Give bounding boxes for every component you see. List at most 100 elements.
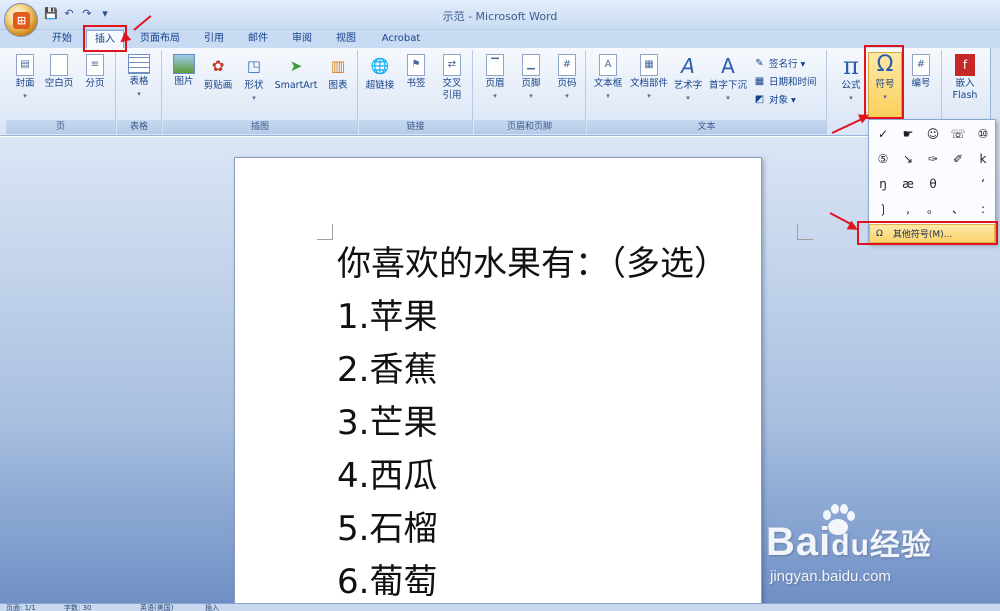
cover-page-button[interactable]: ▤ 封面 ▾ (8, 54, 42, 102)
signature-line-label: 签名行 ▾ (769, 59, 806, 70)
smartart-icon: ➤ (289, 57, 303, 75)
option-line-6: 6.葡萄 (337, 562, 438, 602)
shapes-icon: ◳ (246, 57, 262, 75)
page-break-button[interactable]: ≡ 分页 (78, 54, 112, 90)
group-header-footer: ▔ 页眉 ▾ ▁ 页脚 ▾ # 页码 ▾ 页眉和页脚 (474, 50, 586, 134)
status-insert[interactable]: 插入 (205, 604, 219, 611)
clipart-icon: ✿ (211, 57, 225, 75)
group-tables: 表格 ▾ 表格 (117, 50, 162, 134)
cross-reference-button[interactable]: ⇄ 交叉 引用 (435, 54, 469, 102)
picture-label: 图片 (174, 76, 194, 87)
footer-button[interactable]: ▁ 页脚 ▾ (514, 54, 548, 102)
status-language[interactable]: 英语(美国) (140, 604, 173, 611)
symbol-cell[interactable]: ✐ (946, 147, 970, 171)
symbol-cell[interactable]: ❳ (871, 197, 895, 221)
question-line: 你喜欢的水果有：（多选） (337, 244, 728, 284)
tab-home[interactable]: 开始 (50, 30, 74, 48)
bookmark-icon: ⚑ (407, 54, 425, 76)
wordart-label: 艺术字 (673, 80, 703, 91)
symbol-cell[interactable]: : (971, 197, 995, 221)
numbering-button[interactable]: # 编号 (904, 54, 938, 90)
symbol-cell[interactable]: ʻ (971, 172, 995, 196)
object-button[interactable]: ◩ 对象 ▾ (753, 92, 796, 107)
tab-acrobat[interactable]: Acrobat (376, 30, 426, 48)
symbol-cell[interactable]: ⑩ (971, 122, 995, 146)
smartart-label: SmartArt (274, 80, 318, 91)
drop-cap-label: 首字下沉 (708, 80, 747, 91)
shapes-button[interactable]: ◳ 形状 ▾ (237, 54, 271, 104)
group-illustrations-label: 插图 (163, 120, 357, 134)
status-bar: 页面: 1/1 字数: 30 英语(美国) 插入 (0, 603, 1000, 611)
document-page[interactable]: 你喜欢的水果有：（多选） 1.苹果 2.香蕉 3.芒果 4.西瓜 5.石榴 6.… (234, 157, 813, 611)
group-pages: ▤ 封面 ▾ 空白页 ≡ 分页 页 (6, 50, 116, 134)
date-time-label: 日期和时间 (769, 77, 817, 88)
option-line-3: 3.芒果 (337, 403, 438, 443)
office-logo-icon: ⊞ (13, 12, 30, 29)
hyperlink-button[interactable]: 🌐 超链接 (363, 54, 397, 92)
symbol-cell[interactable]: ↘ (896, 147, 920, 171)
tab-mailings[interactable]: 邮件 (244, 30, 272, 48)
symbol-cell[interactable]: ☏ (946, 122, 970, 146)
tab-references[interactable]: 引用 (200, 30, 228, 48)
table-button[interactable]: 表格 ▾ (122, 54, 156, 100)
option-line-1: 1.苹果 (337, 297, 438, 337)
bookmark-button[interactable]: ⚑ 书签 (399, 54, 433, 90)
symbol-cell[interactable]: æ (896, 172, 920, 196)
bookmark-label: 书签 (406, 78, 426, 89)
embed-flash-button[interactable]: f 嵌入 Flash (948, 54, 982, 102)
cover-page-icon: ▤ (16, 54, 34, 76)
symbol-cell[interactable]: ŋ (871, 172, 895, 196)
page-break-icon: ≡ (86, 54, 104, 76)
margin-corner-tl (317, 224, 333, 240)
smartart-button[interactable]: ➤ SmartArt (273, 54, 319, 92)
symbol-cell[interactable]: ✓ (871, 122, 895, 146)
symbol-cell[interactable]: ☛ (896, 122, 920, 146)
highlight-symbol-button (864, 45, 904, 119)
group-text: A 文本框 ▾ ▦ 文档部件 ▾ A 艺术字 ▾ A 首字下沉 ▾ ✎ 签名行 ▾ ▦ 日期… (587, 50, 827, 134)
textbox-button[interactable]: A 文本框 ▾ (591, 54, 625, 102)
page-number-button[interactable]: # 页码 ▾ (550, 54, 584, 102)
tab-page-layout[interactable]: 页面布局 (136, 30, 184, 48)
symbol-cell[interactable]: ✑ (921, 147, 945, 171)
watermark-url: jingyan.baidu.com (770, 568, 891, 585)
office-button[interactable]: ⊞ (4, 3, 38, 37)
equation-button[interactable]: π 公式 ▾ (834, 54, 868, 104)
date-time-button[interactable]: ▦ 日期和时间 (753, 74, 817, 89)
symbol-cell[interactable]: 、 (946, 197, 970, 221)
blank-page-button[interactable]: 空白页 (42, 54, 76, 90)
cross-reference-label: 交叉 (442, 78, 462, 89)
status-page[interactable]: 页面: 1/1 (6, 604, 36, 611)
blank-page-label: 空白页 (44, 78, 74, 89)
object-icon: ◩ (754, 93, 765, 105)
embed-label: 嵌入 (955, 78, 975, 89)
tab-review[interactable]: 审阅 (288, 30, 316, 48)
ribbon-tabs: 开始 插入 页面布局 引用 邮件 审阅 视图 Acrobat (0, 30, 1000, 49)
picture-button[interactable]: 图片 (167, 54, 201, 88)
tab-view[interactable]: 视图 (332, 30, 360, 48)
cross-reference-label-2: 引用 (442, 90, 462, 101)
flash-label: Flash (952, 90, 978, 101)
signature-line-button[interactable]: ✎ 签名行 ▾ (753, 56, 806, 71)
quick-parts-icon: ▦ (640, 54, 658, 76)
symbol-cell[interactable]: ⑤ (871, 147, 895, 171)
blank-page-icon (50, 54, 68, 76)
hyperlink-icon: 🌐 (370, 57, 390, 75)
symbol-cell[interactable]: , (896, 197, 920, 221)
chart-button[interactable]: ▥ 图表 (321, 54, 355, 92)
clipart-button[interactable]: ✿ 剪贴画 (201, 54, 235, 92)
textbox-icon: A (599, 54, 617, 76)
symbol-cell[interactable]: θ (921, 172, 945, 196)
wm-brand-3: 经验 (869, 528, 932, 563)
group-pages-label: 页 (6, 120, 115, 134)
header-icon: ▔ (486, 54, 504, 76)
quick-parts-label: 文档部件 (629, 78, 668, 89)
wordart-button[interactable]: A 艺术字 ▾ (671, 54, 705, 104)
status-words[interactable]: 字数: 30 (64, 604, 92, 611)
quick-parts-button[interactable]: ▦ 文档部件 ▾ (629, 54, 669, 102)
symbol-cell[interactable]: 。 (921, 197, 945, 221)
symbol-cell[interactable]: ☺ (921, 122, 945, 146)
header-button[interactable]: ▔ 页眉 ▾ (478, 54, 512, 102)
drop-cap-button[interactable]: A 首字下沉 ▾ (707, 54, 749, 104)
symbol-cell[interactable]: k (971, 147, 995, 171)
flash-icon: f (955, 54, 975, 76)
